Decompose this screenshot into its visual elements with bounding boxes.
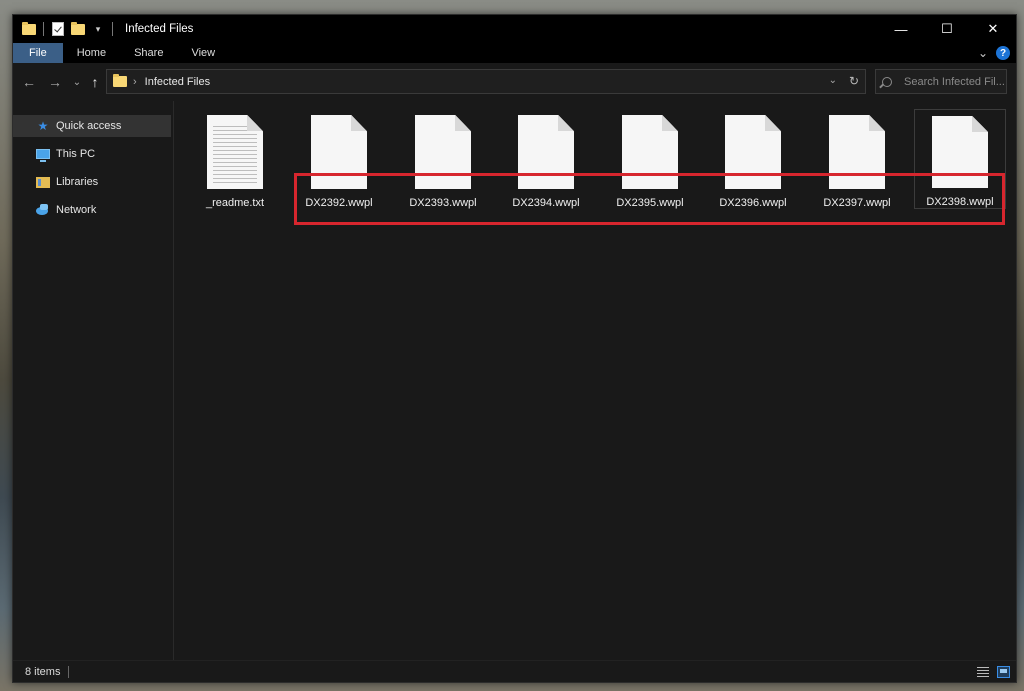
tab-home[interactable]: Home xyxy=(63,43,120,63)
folder-icon xyxy=(113,74,127,87)
sidebar-item-quick-access[interactable]: ★ Quick access xyxy=(13,115,171,137)
address-row: ← → ⌄ ↑ › Infected Files ⌄ ↻ xyxy=(13,63,1016,101)
explorer-window: ▾ Infected Files — ☐ ✕ File Home Share V… xyxy=(12,14,1017,683)
quick-access-toolbar: ▾ xyxy=(13,15,119,43)
text-file-icon xyxy=(207,115,263,189)
back-arrow-icon[interactable]: ← xyxy=(19,72,39,92)
network-icon xyxy=(35,203,51,217)
customize-toolbar-icon[interactable]: ▾ xyxy=(90,21,106,37)
breadcrumb-current[interactable]: Infected Files xyxy=(145,76,210,88)
sidebar-item-label: Libraries xyxy=(56,176,99,188)
file-name: DX2393.wwpl xyxy=(409,197,477,209)
details-view-icon[interactable] xyxy=(976,665,990,679)
address-bar[interactable]: › Infected Files ⌄ ↻ xyxy=(106,69,866,94)
file-item[interactable]: DX2396.wwpl xyxy=(707,109,799,209)
file-item[interactable]: DX2394.wwpl xyxy=(500,109,592,209)
chevron-down-icon[interactable]: ⌄ xyxy=(829,75,837,86)
blank-file-icon xyxy=(932,116,988,188)
tab-file[interactable]: File xyxy=(13,43,63,63)
window-title: Infected Files xyxy=(125,23,194,35)
file-item[interactable]: DX2397.wwpl xyxy=(811,109,903,209)
status-separator xyxy=(68,665,70,678)
sidebar-item-libraries[interactable]: Libraries xyxy=(13,171,173,193)
recent-locations-icon[interactable]: ⌄ xyxy=(67,72,87,92)
close-button[interactable]: ✕ xyxy=(970,15,1016,43)
blank-file-icon xyxy=(415,115,471,189)
status-bar: 8 items xyxy=(13,660,1016,682)
sidebar-item-label: Network xyxy=(56,204,97,216)
file-name: DX2397.wwpl xyxy=(823,197,891,209)
computer-icon xyxy=(35,147,51,162)
search-icon xyxy=(882,76,892,87)
navigation-pane: ★ Quick access This PC Libraries Network xyxy=(13,101,174,660)
file-item-readme[interactable]: _readme.txt xyxy=(189,109,281,209)
toolbar-separator xyxy=(43,22,44,36)
blank-file-icon xyxy=(311,115,367,189)
libraries-icon xyxy=(35,175,51,189)
tab-share[interactable]: Share xyxy=(120,43,177,63)
ribbon-right: ⌄ ? xyxy=(978,43,1016,63)
view-toggle xyxy=(976,665,1010,679)
sidebar-item-this-pc[interactable]: This PC xyxy=(13,143,173,165)
refresh-icon[interactable]: ↻ xyxy=(849,74,859,88)
file-name: DX2392.wwpl xyxy=(305,197,373,209)
forward-arrow-icon[interactable]: → xyxy=(45,72,65,92)
blank-file-icon xyxy=(829,115,885,189)
toolbar-separator xyxy=(112,22,113,36)
blank-file-icon xyxy=(622,115,678,189)
folder-icon[interactable] xyxy=(21,21,37,37)
star-icon: ★ xyxy=(37,119,49,133)
new-folder-icon[interactable] xyxy=(70,21,86,37)
file-name: DX2398.wwpl xyxy=(926,196,994,208)
help-icon[interactable]: ? xyxy=(996,46,1010,60)
ribbon-tabs: File Home Share View ⌄ ? xyxy=(13,43,1016,63)
search-box[interactable] xyxy=(875,69,1007,94)
expand-ribbon-icon[interactable]: ⌄ xyxy=(978,46,988,60)
sidebar-item-label: Quick access xyxy=(56,120,122,132)
tab-view[interactable]: View xyxy=(177,43,229,63)
file-name: DX2394.wwpl xyxy=(512,197,580,209)
sidebar-item-label: This PC xyxy=(56,148,96,160)
minimize-button[interactable]: — xyxy=(878,15,924,43)
up-arrow-icon[interactable]: ↑ xyxy=(85,72,105,92)
file-item[interactable]: DX2392.wwpl xyxy=(293,109,385,209)
file-name: _readme.txt xyxy=(205,197,265,209)
breadcrumb-separator[interactable]: › xyxy=(133,76,137,88)
file-list-pane: _readme.txt DX2392.wwpl DX2393.wwpl DX23… xyxy=(175,101,1016,660)
title-bar: ▾ Infected Files — ☐ ✕ xyxy=(13,15,1016,43)
file-item[interactable]: DX2393.wwpl xyxy=(397,109,489,209)
blank-file-icon xyxy=(725,115,781,189)
file-name: DX2396.wwpl xyxy=(719,197,787,209)
properties-icon[interactable] xyxy=(50,21,66,37)
sidebar-item-network[interactable]: Network xyxy=(13,199,173,221)
file-item[interactable]: DX2398.wwpl xyxy=(914,109,1006,209)
file-name: DX2395.wwpl xyxy=(616,197,684,209)
file-item[interactable]: DX2395.wwpl xyxy=(604,109,696,209)
search-input[interactable] xyxy=(904,75,1004,88)
large-icons-view-icon[interactable] xyxy=(996,665,1010,679)
blank-file-icon xyxy=(518,115,574,189)
maximize-button[interactable]: ☐ xyxy=(924,15,970,43)
item-count: 8 items xyxy=(25,665,61,678)
window-controls: — ☐ ✕ xyxy=(878,15,1016,43)
